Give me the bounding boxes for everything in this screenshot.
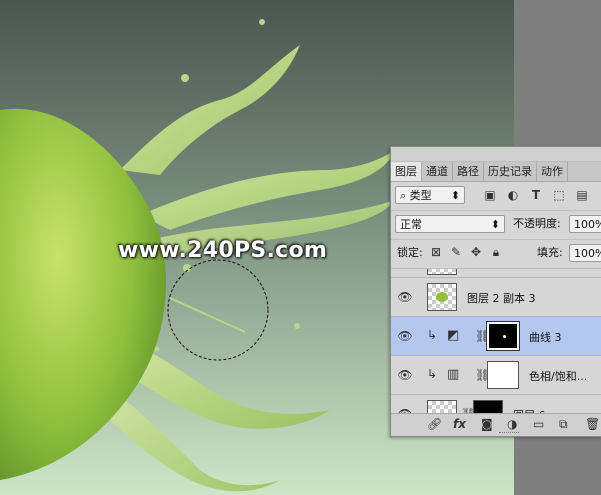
tab-layers[interactable]: 图层 bbox=[391, 162, 422, 181]
mask-thumbnail[interactable] bbox=[487, 361, 519, 389]
watermark: www.240PS.com bbox=[118, 238, 328, 263]
resize-grip[interactable] bbox=[499, 432, 519, 436]
panel-header-strip[interactable] bbox=[391, 147, 601, 162]
layers-panel: 图层 通道 路径 历史记录 动作 ⌕ 类型 ⬍ ▣ ◐ T ⬚ ▤ 正常 ⬍ 不… bbox=[390, 146, 601, 437]
trash-icon[interactable]: 🗑︎ bbox=[585, 417, 600, 431]
layer-row[interactable]: 👁︎ ↳ ▥ ⛓ 色相/饱和... bbox=[391, 356, 601, 395]
tab-history[interactable]: 历史记录 bbox=[484, 162, 537, 181]
tab-paths[interactable]: 路径 bbox=[453, 162, 484, 181]
layer-row-selected[interactable]: 👁︎ ↳ ◩ ⛓ 曲线 3 bbox=[391, 317, 601, 356]
mask-thumbnail[interactable] bbox=[486, 321, 520, 351]
lock-label: 锁定: bbox=[397, 246, 423, 259]
opacity-field[interactable]: 100% bbox=[569, 215, 601, 233]
filter-kind-label: 类型 bbox=[409, 189, 432, 202]
curves-adjustment-icon: ◩ bbox=[447, 328, 460, 343]
layer-partial[interactable] bbox=[391, 269, 601, 278]
folder-icon[interactable]: ▭ bbox=[533, 417, 544, 431]
eye-icon[interactable]: 👁︎ bbox=[397, 290, 413, 304]
adjustment-icon[interactable]: ◑ bbox=[507, 417, 517, 431]
blend-row: 正常 ⬍ 不透明度: 100% bbox=[391, 211, 601, 240]
tab-actions[interactable]: 动作 bbox=[537, 162, 568, 181]
opacity-label: 不透明度: bbox=[513, 217, 561, 230]
panel-tabs: 图层 通道 路径 历史记录 动作 bbox=[391, 162, 601, 182]
panel-bottom-bar: 🔗︎ fx ◙ ◑ ▭ ⧉ 🗑︎ bbox=[391, 413, 601, 436]
lock-move-icon[interactable]: ✥ bbox=[469, 245, 483, 259]
image-icon[interactable]: ▣ bbox=[483, 188, 497, 202]
tab-channels[interactable]: 通道 bbox=[422, 162, 453, 181]
layer-list: 👁︎ 图层 2 副本 3 👁︎ ↳ ◩ ⛓ 曲线 3 👁︎ ↳ ▥ ⛓ 色相/饱… bbox=[391, 269, 601, 419]
chevron-updown-icon: ⬍ bbox=[450, 189, 460, 202]
smart-object-icon[interactable]: ▤ bbox=[575, 188, 589, 202]
filter-row: ⌕ 类型 ⬍ ▣ ◐ T ⬚ ▤ bbox=[391, 182, 601, 211]
new-layer-icon[interactable]: ⧉ bbox=[559, 417, 568, 432]
lock-all-icon[interactable]: 🔒︎ bbox=[489, 245, 503, 259]
type-icon[interactable]: T bbox=[529, 188, 543, 202]
clip-arrow-icon: ↳ bbox=[427, 367, 438, 381]
lock-row: 锁定: ⊠ ✎ ✥ 🔒︎ 填充: 100% bbox=[391, 240, 601, 269]
layer-thumbnail bbox=[427, 283, 457, 311]
lock-paint-icon[interactable]: ✎ bbox=[449, 245, 463, 259]
fx-icon[interactable]: fx bbox=[453, 417, 466, 431]
fill-label: 填充: bbox=[537, 246, 563, 259]
adjust-icon[interactable]: ◐ bbox=[506, 188, 520, 202]
transform-icon[interactable]: ⬚ bbox=[552, 188, 566, 202]
hue-saturation-icon: ▥ bbox=[447, 367, 460, 382]
blend-mode-select[interactable]: 正常 ⬍ bbox=[395, 215, 505, 233]
eye-icon[interactable]: 👁︎ bbox=[397, 368, 413, 382]
layer-name: 色相/饱和... bbox=[529, 370, 588, 383]
layer-row[interactable]: 👁︎ 图层 2 副本 3 bbox=[391, 278, 601, 317]
chevron-updown-icon: ⬍ bbox=[490, 218, 500, 231]
layer-name: 图层 2 副本 3 bbox=[467, 292, 536, 305]
mask-icon[interactable]: ◙ bbox=[481, 417, 493, 431]
layer-name: 曲线 3 bbox=[529, 331, 562, 344]
search-icon: ⌕ bbox=[400, 189, 407, 202]
clip-arrow-icon: ↳ bbox=[427, 328, 438, 342]
fill-field[interactable]: 100% bbox=[569, 244, 601, 262]
link-icon[interactable]: 🔗︎ bbox=[427, 417, 442, 431]
filter-kind-select[interactable]: ⌕ 类型 ⬍ bbox=[395, 186, 465, 204]
lock-transparent-icon[interactable]: ⊠ bbox=[429, 245, 443, 259]
layer-thumbnail bbox=[427, 269, 457, 275]
blend-mode-value: 正常 bbox=[400, 218, 422, 231]
eye-icon[interactable]: 👁︎ bbox=[397, 329, 413, 343]
